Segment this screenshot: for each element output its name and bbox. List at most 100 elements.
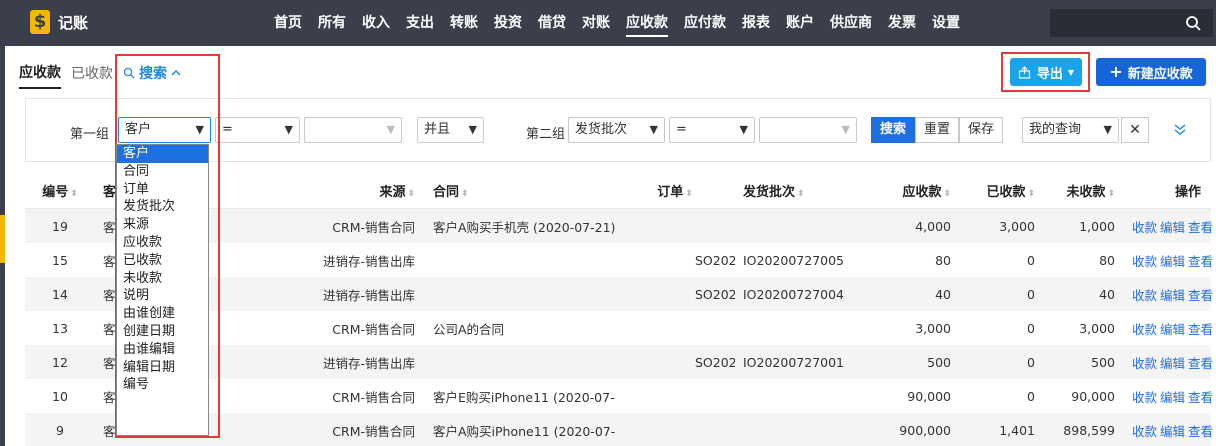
group2-field-select[interactable]: 发货批次 ▼ (568, 117, 665, 143)
cell-src: CRM-销售合同 (332, 219, 415, 235)
dropdown-option[interactable]: 说明 (117, 287, 208, 305)
nav-item-5[interactable]: 投资 (486, 0, 530, 46)
dropdown-option[interactable]: 未收款 (117, 270, 208, 288)
row-action-2[interactable]: 查看 (1188, 424, 1213, 439)
cell-no: 10 (52, 388, 68, 404)
dropdown-option[interactable]: 合同 (117, 163, 208, 181)
dropdown-option[interactable]: 来源 (117, 216, 208, 234)
group2-value-select[interactable]: ▼ (759, 117, 857, 143)
row-action-1[interactable]: 编辑 (1160, 322, 1185, 337)
row-action-1[interactable]: 编辑 (1160, 390, 1185, 405)
nav-item-13[interactable]: 发票 (880, 0, 924, 46)
row-action-1[interactable]: 编辑 (1160, 254, 1185, 269)
nav-item-0[interactable]: 首页 (266, 0, 310, 46)
row-action-2[interactable]: 查看 (1188, 254, 1213, 269)
top-nav: $ 记账 首页 所有 收入 支出 转账 投资 借贷 对账 应收款 应付款 报表 账户 供应商 发票 设置 (0, 0, 1216, 46)
row-action-2[interactable]: 查看 (1188, 356, 1213, 371)
search-toggle-label: 搜索 (139, 66, 167, 82)
dropdown-option[interactable]: 创建日期 (117, 323, 208, 341)
row-action-2[interactable]: 查看 (1188, 220, 1213, 235)
dropdown-option[interactable]: 编号 (117, 376, 208, 394)
header-received[interactable]: 已收款 ⬍ (955, 181, 1035, 200)
dropdown-option[interactable]: 由谁创建 (117, 305, 208, 323)
nav-item-2[interactable]: 收入 (354, 0, 398, 46)
nav-item-4[interactable]: 转账 (442, 0, 486, 46)
header-order[interactable]: 订单 ⬍ (615, 181, 735, 200)
row-action-1[interactable]: 编辑 (1160, 220, 1185, 235)
tab-received[interactable]: 已收款 (71, 63, 113, 88)
sort-icon: ⬍ (943, 189, 951, 199)
nav-item-10[interactable]: 报表 (734, 0, 778, 46)
row-action-0[interactable]: 收款 (1132, 356, 1157, 371)
row-action-0[interactable]: 收款 (1132, 288, 1157, 303)
nav-item-6[interactable]: 借贷 (530, 0, 574, 46)
new-receivable-button[interactable]: + 新建应收款 (1096, 58, 1206, 86)
cell-src: CRM-销售合同 (332, 423, 415, 439)
dollar-icon: $ (30, 10, 50, 34)
row-action-2[interactable]: 查看 (1188, 322, 1213, 337)
row-action-2[interactable]: 查看 (1188, 288, 1213, 303)
header-source[interactable]: 来源 ⬍ (315, 181, 415, 200)
header-contract[interactable]: 合同 ⬍ (415, 181, 615, 200)
my-query-value: 我的查询 (1029, 122, 1082, 137)
my-query-select[interactable]: 我的查询 ▼ (1022, 117, 1119, 143)
search-toggle[interactable]: 搜索 (123, 63, 186, 88)
row-action-1[interactable]: 编辑 (1160, 424, 1185, 439)
group1-value-select[interactable]: ▼ (304, 117, 402, 143)
cell-left: 898,599 (1063, 422, 1115, 438)
cell-actions: 收款编辑查看删除 (1115, 285, 1216, 304)
group1-field-select[interactable]: 客户 ▼ (118, 117, 211, 143)
group2-label: 第二组 (526, 127, 566, 142)
nav-item-7[interactable]: 对账 (574, 0, 618, 46)
nav-item-14[interactable]: 设置 (924, 0, 968, 46)
nav-item-11[interactable]: 账户 (778, 0, 822, 46)
dropdown-option[interactable]: 由谁编辑 (117, 341, 208, 359)
header-outstanding[interactable]: 未收款 ⬍ (1035, 181, 1115, 200)
tab-receivable[interactable]: 应收款 (19, 62, 61, 89)
dropdown-option[interactable]: 已收款 (117, 252, 208, 270)
dropdown-option[interactable]: 订单 (117, 181, 208, 199)
dropdown-option[interactable]: 编辑日期 (117, 359, 208, 377)
cell-left: 500 (1091, 354, 1115, 370)
dropdown-option[interactable]: 应收款 (117, 234, 208, 252)
cell-src: 进销存-销售出库 (322, 253, 415, 269)
nav-item-1[interactable]: 所有 (310, 0, 354, 46)
row-action-0[interactable]: 收款 (1132, 322, 1157, 337)
group2-operator-select[interactable]: = ▼ (669, 117, 755, 143)
row-action-0[interactable]: 收款 (1132, 220, 1157, 235)
global-search-input[interactable] (1050, 9, 1173, 37)
export-button[interactable]: 导出 ▼ (1010, 58, 1082, 86)
chevron-down-icon: ▼ (386, 123, 395, 136)
row-action-0[interactable]: 收款 (1132, 254, 1157, 269)
nav-item-9[interactable]: 应付款 (676, 0, 734, 46)
filter-save-button[interactable]: 保存 (959, 117, 1004, 143)
cell-no: 19 (52, 218, 68, 234)
cell-recv: 900,000 (899, 422, 951, 438)
double-chevron-down-icon[interactable] (1173, 121, 1187, 137)
group1-operator-select[interactable]: = ▼ (215, 117, 300, 143)
clear-query-button[interactable]: ✕ (1121, 117, 1149, 143)
row-action-0[interactable]: 收款 (1132, 390, 1157, 405)
row-action-1[interactable]: 编辑 (1160, 288, 1185, 303)
filter-search-button[interactable]: 搜索 (871, 117, 916, 143)
nav-item-12[interactable]: 供应商 (822, 0, 880, 46)
nav-item-3[interactable]: 支出 (398, 0, 442, 46)
row-action-1[interactable]: 编辑 (1160, 356, 1185, 371)
group2-operator-value: = (676, 122, 687, 137)
header-no[interactable]: 编号 ⬍ (25, 181, 95, 200)
sub-tabs: 应收款 已收款 搜索 (19, 62, 186, 89)
dropdown-option[interactable]: 客户 (117, 145, 208, 163)
chevron-down-icon: ▼ (649, 123, 658, 136)
cell-actions: 收款编辑查看删除 (1115, 319, 1216, 338)
header-batch[interactable]: 发货批次 ⬍ (735, 181, 845, 200)
nav-item-8[interactable]: 应收款 (618, 0, 676, 46)
filter-reset-button[interactable]: 重置 (915, 117, 960, 143)
row-action-0[interactable]: 收款 (1132, 424, 1157, 439)
close-icon: ✕ (1129, 122, 1141, 138)
row-action-2[interactable]: 查看 (1188, 390, 1213, 405)
dropdown-option[interactable]: 发货批次 (117, 198, 208, 216)
search-button[interactable] (1173, 9, 1213, 37)
app-logo[interactable]: $ 记账 (30, 10, 88, 34)
logic-select[interactable]: 并且 ▼ (417, 117, 484, 143)
header-receivable[interactable]: 应收款 ⬍ (845, 181, 955, 200)
